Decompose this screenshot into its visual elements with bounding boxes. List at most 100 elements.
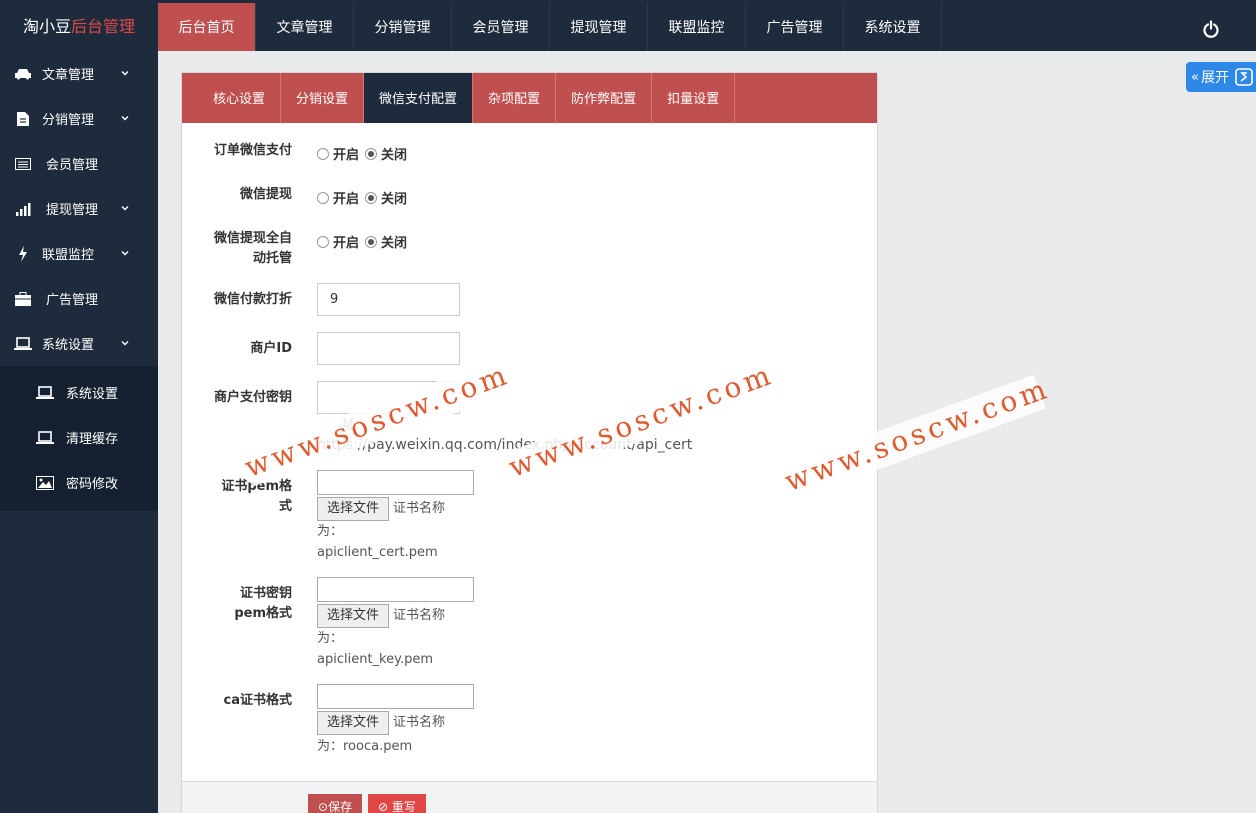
cert-name-prefix: 证书名称 xyxy=(393,608,446,623)
wx-withdraw-radios: 开启 关闭 xyxy=(317,188,413,207)
nav-alliance[interactable]: 联盟监控 xyxy=(648,3,746,51)
cert-pem-choose-button[interactable]: 选择文件 xyxy=(317,497,389,521)
wx-auto-close-radio[interactable] xyxy=(365,235,378,248)
ca-cert-input[interactable] xyxy=(317,684,474,709)
sidebar-item-label: 文章管理 xyxy=(42,68,95,83)
wx-auto-label-line1: 微信提现全自 xyxy=(213,231,292,246)
chevron-down-icon xyxy=(121,251,129,256)
nav-settings[interactable]: 系统设置 xyxy=(844,3,942,51)
chevron-down-icon xyxy=(121,206,129,211)
merchant-key-label: 商户支付密钥 xyxy=(213,390,292,405)
wx-withdraw-open-radio[interactable] xyxy=(317,191,329,204)
cert-name-for: 为： xyxy=(317,524,344,539)
api-cert-url-prefix: 址： xyxy=(342,418,369,433)
sidebar-item-label: 广告管理 xyxy=(46,293,99,308)
merchant-id-input[interactable] xyxy=(317,332,460,365)
sidebar-item-ads[interactable]: 广告管理 xyxy=(0,276,158,321)
nav-distribution[interactable]: 分销管理 xyxy=(354,3,452,51)
chevron-down-icon xyxy=(121,116,129,121)
ca-cert-choose-button[interactable]: 选择文件 xyxy=(317,711,389,735)
tab-wxpay[interactable]: 微信支付配置 xyxy=(364,73,474,123)
sidebar-item-label: 会员管理 xyxy=(46,158,99,173)
api-cert-url: https://pay.weixin.qq.com/index.php/acco… xyxy=(317,437,693,453)
cert-name-prefix: 证书名称 xyxy=(393,715,446,730)
reset-label: 重写 xyxy=(391,800,416,813)
file-icon xyxy=(14,110,32,128)
certkey-pem-label-line1: 证书密钥 xyxy=(239,586,292,601)
expand-button[interactable]: « 展开 xyxy=(1186,62,1256,92)
order-wxpay-label: 订单微信支付 xyxy=(213,143,292,158)
reset-button[interactable]: ⊘ 重写 xyxy=(368,794,426,813)
signal-icon xyxy=(14,200,32,218)
sidebar-item-articles[interactable]: 文章管理 xyxy=(0,51,158,96)
power-icon[interactable] xyxy=(1202,20,1220,38)
app-logo: 淘小豆后台管理 xyxy=(0,0,158,51)
discount-input[interactable]: 9 xyxy=(317,283,460,316)
sidebar-item-withdraw[interactable]: 提现管理 xyxy=(0,186,158,231)
radio-label: 关闭 xyxy=(381,148,408,163)
form-footer: ⊙保存 ⊘ 重写 xyxy=(182,781,877,813)
sidebar-submenu-system: 系统设置 清理缓存 密码修改 xyxy=(0,366,158,511)
order-wxpay-close-radio[interactable] xyxy=(365,147,378,160)
car-icon xyxy=(14,65,32,83)
laptop-icon xyxy=(14,335,32,353)
tab-deduction[interactable]: 扣量设置 xyxy=(652,73,736,123)
top-nav: 后台首页 文章管理 分销管理 会员管理 提现管理 联盟监控 广告管理 系统设置 xyxy=(158,3,942,51)
sidebar-item-system[interactable]: 系统设置 xyxy=(0,321,158,366)
chevron-down-icon xyxy=(121,71,129,76)
cert-name-for: 为： xyxy=(317,631,344,646)
nav-home[interactable]: 后台首页 xyxy=(158,3,256,51)
circle-check-icon: ⊙ xyxy=(318,800,329,813)
merchant-id-label: 商户ID xyxy=(250,341,292,356)
nav-articles[interactable]: 文章管理 xyxy=(256,3,354,51)
radio-label: 开启 xyxy=(333,236,360,251)
sidebar-subitem-system-settings[interactable]: 系统设置 xyxy=(0,370,158,415)
wx-auto-radios: 开启 关闭 xyxy=(317,232,413,251)
wx-withdraw-label: 微信提现 xyxy=(239,187,292,202)
logo-text: 淘小豆 xyxy=(22,17,71,36)
ca-cert-label: ca证书格式 xyxy=(223,693,292,708)
logo-s-icon xyxy=(1235,68,1253,86)
wx-auto-open-radio[interactable] xyxy=(317,235,329,248)
sidebar-item-alliance[interactable]: 联盟监控 xyxy=(0,231,158,276)
merchant-key-input[interactable] xyxy=(317,381,460,414)
wx-auto-label-line2: 动托管 xyxy=(252,251,292,266)
key-file-name: apiclient_key.pem xyxy=(317,652,433,667)
laptop-icon xyxy=(36,429,54,447)
sidebar-subitem-label: 清理缓存 xyxy=(66,432,119,447)
cert-pem-input[interactable] xyxy=(317,470,474,495)
cert-file-name: apiclient_cert.pem xyxy=(317,545,438,560)
wx-withdraw-close-radio[interactable] xyxy=(365,191,378,204)
sidebar-subitem-clear-cache[interactable]: 清理缓存 xyxy=(0,415,158,460)
tab-core[interactable]: 核心设置 xyxy=(198,73,282,123)
bolt-icon xyxy=(14,245,32,263)
sidebar: 文章管理 分销管理 会员管理 提现管理 联盟监控 广告管理 系统设置 系统设置 … xyxy=(0,51,158,813)
cert-pem-label: 证书pem格 式 xyxy=(182,477,292,517)
sidebar-subitem-password[interactable]: 密码修改 xyxy=(0,460,158,505)
tab-distribution[interactable]: 分销设置 xyxy=(281,73,365,123)
ca-file-hint: 为：rooca.pem xyxy=(317,739,413,754)
tab-misc[interactable]: 杂项配置 xyxy=(473,73,557,123)
order-wxpay-radios: 开启 关闭 xyxy=(317,144,413,163)
save-button[interactable]: ⊙保存 xyxy=(308,794,363,813)
certkey-pem-input[interactable] xyxy=(317,577,474,602)
sidebar-item-label: 系统设置 xyxy=(42,338,95,353)
sidebar-item-distribution[interactable]: 分销管理 xyxy=(0,96,158,141)
double-chevron-left-icon: « xyxy=(1191,69,1199,85)
sidebar-item-members[interactable]: 会员管理 xyxy=(0,141,158,186)
order-wxpay-open-radio[interactable] xyxy=(317,147,329,160)
list-icon xyxy=(14,155,32,173)
settings-panel: 核心设置 分销设置 微信支付配置 杂项配置 防作弊配置 扣量设置 订单微信支付 … xyxy=(181,72,878,813)
sidebar-subitem-label: 系统设置 xyxy=(66,387,119,402)
certkey-pem-choose-button[interactable]: 选择文件 xyxy=(317,604,389,628)
sidebar-item-label: 联盟监控 xyxy=(42,248,95,263)
radio-label: 开启 xyxy=(333,148,360,163)
sidebar-subitem-label: 密码修改 xyxy=(66,477,119,492)
laptop-icon xyxy=(36,384,54,402)
cert-name-prefix: 证书名称 xyxy=(393,501,446,516)
nav-members[interactable]: 会员管理 xyxy=(452,3,550,51)
nav-withdraw[interactable]: 提现管理 xyxy=(550,3,648,51)
nav-ads[interactable]: 广告管理 xyxy=(746,3,844,51)
tab-anticheat[interactable]: 防作弊配置 xyxy=(556,73,653,123)
radio-label: 关闭 xyxy=(381,236,408,251)
